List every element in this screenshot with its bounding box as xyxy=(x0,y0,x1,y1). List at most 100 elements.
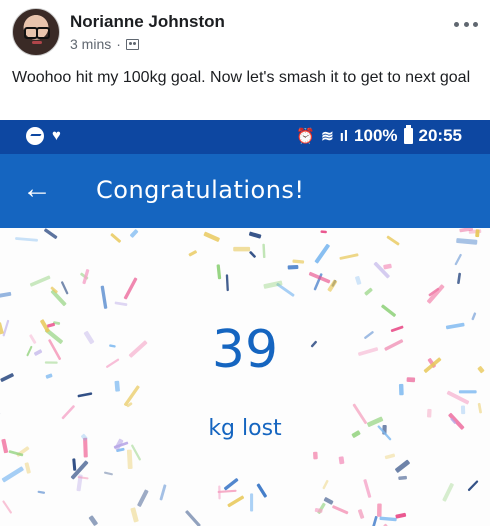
confetti-piece xyxy=(381,304,396,317)
confetti-piece xyxy=(262,243,266,259)
confetti-piece xyxy=(398,383,404,396)
avatar-mouth xyxy=(32,41,42,44)
weight-lost-value: 39 xyxy=(211,320,279,380)
messenger-icon xyxy=(26,127,44,145)
confetti-piece xyxy=(322,479,329,490)
post-time[interactable]: 3 mins xyxy=(70,36,111,52)
wifi-icon: ≋ xyxy=(321,128,334,145)
author-name[interactable]: Norianne Johnston xyxy=(70,12,225,32)
dot-icon xyxy=(463,21,469,27)
dot-icon xyxy=(454,21,459,27)
confetti-piece xyxy=(250,493,254,512)
confetti-piece xyxy=(50,289,67,307)
confetti-piece xyxy=(185,510,201,526)
confetti-piece xyxy=(263,280,283,289)
confetti-piece xyxy=(383,263,392,270)
confetti-piece xyxy=(159,484,167,501)
confetti-piece xyxy=(88,515,98,526)
confetti-piece xyxy=(363,479,372,498)
status-clock: 20:55 xyxy=(418,126,462,145)
confetti-piece xyxy=(248,231,262,239)
post-meta: 3 mins · xyxy=(70,36,139,52)
confetti-piece xyxy=(225,274,229,292)
post-text: Woohoo hit my 100kg goal. Now let's smas… xyxy=(12,69,471,86)
post-header: Norianne Johnston 3 mins · xyxy=(0,0,490,62)
confetti-piece xyxy=(114,301,128,306)
confetti-piece xyxy=(364,287,373,296)
confetti-piece xyxy=(100,285,108,309)
confetti-piece xyxy=(104,471,113,476)
battery-percent: 100% xyxy=(354,126,398,145)
confetti-piece xyxy=(467,480,479,492)
confetti-piece xyxy=(203,231,220,242)
app-bar: ← Congratulations! xyxy=(0,154,490,228)
confetti-piece xyxy=(454,253,462,266)
confetti-piece xyxy=(37,490,46,494)
confetti-piece xyxy=(373,261,390,279)
confetti-piece xyxy=(72,458,77,471)
confetti-piece xyxy=(61,281,69,295)
confetti-piece xyxy=(110,233,122,243)
confetti-piece xyxy=(456,238,478,245)
confetti-piece xyxy=(126,449,133,470)
confetti-piece xyxy=(123,277,138,300)
confetti-piece xyxy=(384,453,396,460)
confetti-piece xyxy=(377,503,382,517)
confetti-piece xyxy=(227,495,245,508)
confetti-piece xyxy=(460,405,466,415)
confetti-piece xyxy=(114,380,120,392)
confetti-piece xyxy=(0,291,12,299)
confetti-piece xyxy=(338,456,345,465)
confetti-piece xyxy=(256,483,267,498)
confetti-piece xyxy=(2,500,12,514)
confetti-piece xyxy=(77,392,93,398)
confetti-piece xyxy=(442,483,454,502)
confetti-piece xyxy=(369,516,378,526)
confetti-piece xyxy=(216,264,222,280)
confetti-piece xyxy=(223,478,239,491)
avatar-glasses xyxy=(24,27,50,39)
confetti-piece xyxy=(130,229,139,238)
confetti-piece xyxy=(332,505,349,515)
confetti-piece xyxy=(29,275,51,287)
confetti-piece xyxy=(131,444,141,461)
confetti-piece xyxy=(320,230,327,234)
confetti-piece xyxy=(477,402,482,414)
confetti-piece xyxy=(188,250,197,257)
more-options-button[interactable] xyxy=(454,18,478,30)
confetti-piece xyxy=(395,512,407,519)
avatar[interactable] xyxy=(12,8,60,56)
confetti-piece xyxy=(357,509,365,519)
confetti-piece xyxy=(292,259,305,264)
battery-icon xyxy=(403,125,413,144)
alarm-icon: ⏰ xyxy=(296,128,316,145)
back-arrow-icon[interactable]: ← xyxy=(22,172,52,206)
confetti-piece xyxy=(475,229,480,238)
confetti-piece xyxy=(233,246,251,252)
confetti-piece xyxy=(44,228,58,239)
confetti-piece xyxy=(15,237,38,242)
signal-icon: ıl xyxy=(339,127,349,145)
confetti-piece xyxy=(308,271,331,284)
confetti-piece xyxy=(355,275,362,285)
group-icon xyxy=(125,38,139,50)
confetti-piece xyxy=(1,466,24,483)
app-bar-title: Congratulations! xyxy=(96,176,305,204)
dot-icon xyxy=(473,21,478,27)
confetti-piece xyxy=(287,264,299,270)
confetti-piece xyxy=(339,253,359,260)
confetti-piece xyxy=(249,251,256,258)
confetti-piece xyxy=(24,462,31,474)
confetti-piece xyxy=(313,451,318,460)
confetti-piece xyxy=(457,272,461,285)
weight-lost-unit: kg lost xyxy=(208,416,282,441)
heart-icon: ♥ xyxy=(52,127,61,144)
attached-screenshot[interactable]: ♥ ⏰ ≋ ıl 100% 20:55 ← Congratulations! 3… xyxy=(0,120,490,526)
meta-separator: · xyxy=(116,36,121,52)
confetti-piece xyxy=(137,489,149,507)
confetti-piece xyxy=(379,516,397,522)
confetti-piece xyxy=(130,507,139,523)
phone-status-bar: ♥ ⏰ ≋ ıl 100% 20:55 xyxy=(0,120,490,154)
confetti-piece xyxy=(458,390,477,394)
confetti-piece xyxy=(395,459,410,473)
